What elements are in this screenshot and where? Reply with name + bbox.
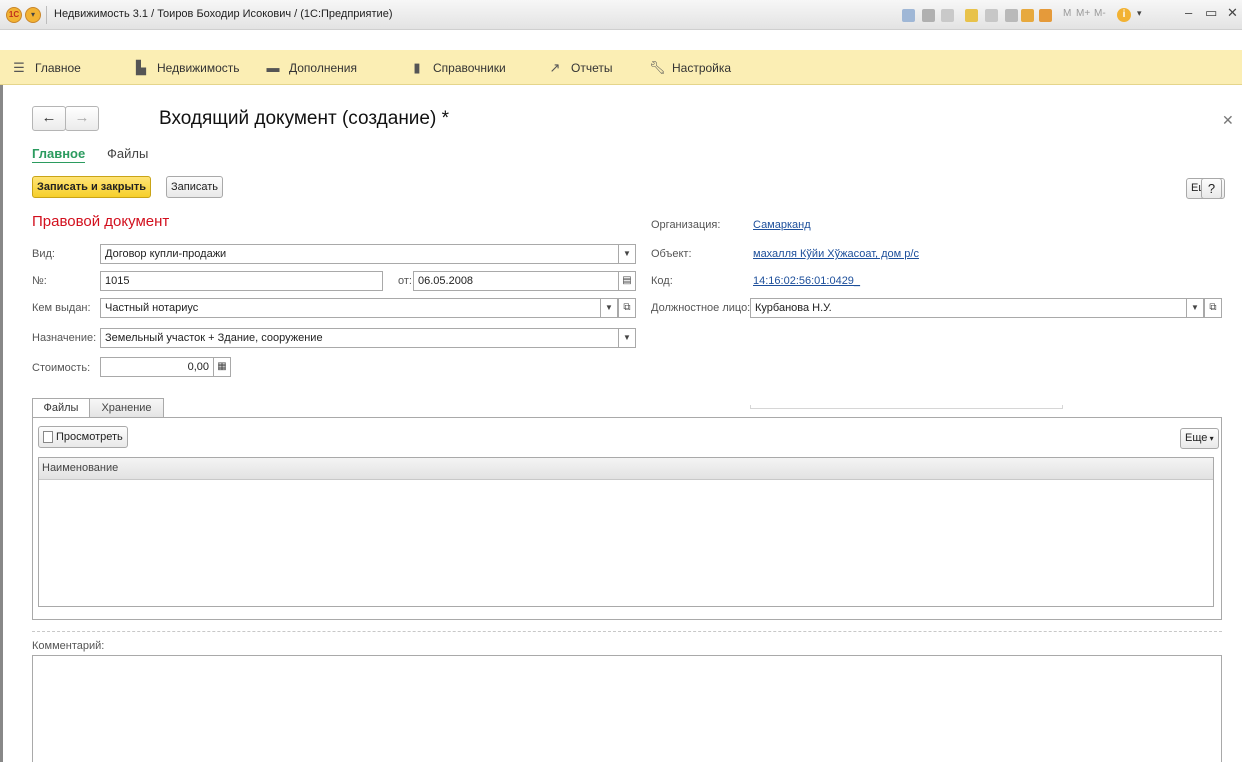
restore-icon[interactable]: ▭ (1205, 5, 1217, 21)
calculator-icon[interactable] (1021, 9, 1034, 22)
section-references[interactable]: ▮ Справочники (410, 60, 506, 76)
code-label: Код: (651, 275, 673, 287)
object-link[interactable]: махалля Кўйи Хўжасоат, дом р/с (753, 248, 919, 260)
tab-main[interactable]: Главное (32, 146, 86, 163)
memory-plus-button[interactable]: M+ (1076, 8, 1090, 19)
files-table[interactable]: Наименование (38, 457, 1214, 607)
files-more-button[interactable]: Еще ▾ (1180, 428, 1219, 449)
issuer-label: Кем выдан: (32, 302, 91, 314)
issuer-dropdown-icon[interactable]: ▼ (600, 298, 618, 318)
cost-field[interactable]: 0,00 (100, 357, 214, 377)
section-settings[interactable]: 🔧︎ Настройка (649, 60, 731, 76)
official-label: Должностное лицо: (651, 302, 751, 314)
section-title: Правовой документ (32, 213, 170, 230)
cost-label: Стоимость: (32, 362, 91, 374)
back-button[interactable]: ← (32, 106, 66, 131)
purpose-label: Назначение: (32, 332, 97, 344)
date-field[interactable]: 06.05.2008 (413, 271, 619, 291)
help-button[interactable]: ? (1201, 178, 1222, 199)
folder-icon: ▬ (266, 60, 280, 75)
divider (32, 631, 1222, 632)
purpose-dropdown-icon[interactable]: ▼ (618, 328, 636, 348)
chart-icon: ↗ (549, 60, 561, 75)
tab-inner-storage[interactable]: Хранение (89, 398, 164, 417)
section-realty[interactable]: ▙ Недвижимость (134, 60, 240, 76)
save-and-close-button[interactable]: Записать и закрыть (32, 176, 152, 198)
preview-icon[interactable] (941, 9, 954, 22)
memory-m-button[interactable]: M (1063, 8, 1071, 19)
kind-dropdown-icon[interactable]: ▼ (618, 244, 636, 264)
info-dropdown-icon[interactable]: ▾ (1137, 8, 1142, 19)
building-icon: ▙ (136, 60, 146, 75)
section-additions[interactable]: ▬ Дополнения (266, 60, 357, 75)
kind-field[interactable]: Договор купли-продажи (100, 244, 619, 264)
view-button[interactable]: Просмотреть (38, 426, 128, 448)
favorites-icon[interactable] (965, 9, 978, 22)
calendar-icon[interactable]: ▤ (618, 271, 636, 291)
official-open-icon[interactable]: ⧉ (1204, 298, 1222, 318)
section-main[interactable]: ☰ Главное (12, 60, 81, 76)
issuer-open-icon[interactable]: ⧉ (618, 298, 636, 318)
view-label: Просмотреть (56, 431, 123, 443)
title-separator (46, 6, 47, 24)
section-label: Отчеты (571, 61, 613, 75)
object-label: Объект: (651, 248, 692, 260)
forward-button[interactable]: → (65, 106, 99, 131)
tab-files[interactable]: Файлы (107, 146, 148, 161)
comment-textarea[interactable] (32, 655, 1222, 762)
section-label: Настройка (672, 61, 732, 75)
section-label: Недвижимость (157, 61, 240, 75)
section-label: Главное (35, 61, 81, 75)
main-menu-icon[interactable]: ▾ (25, 7, 41, 23)
link-icon[interactable] (1005, 9, 1018, 22)
official-field[interactable]: Курбанова Н.У. (750, 298, 1187, 318)
kind-label: Вид: (32, 248, 55, 260)
memory-minus-button[interactable]: M- (1094, 8, 1106, 19)
calculator-icon[interactable]: ▦ (213, 357, 231, 377)
calendar-icon[interactable] (1039, 9, 1052, 22)
organization-link[interactable]: Самарканд (753, 219, 811, 231)
code-link[interactable]: 14:16:02:56:01:0429_ (753, 275, 860, 287)
document-icon (43, 431, 53, 443)
issuer-field[interactable]: Частный нотариус (100, 298, 601, 318)
official-dropdown-icon[interactable]: ▼ (1186, 298, 1204, 318)
form-close-icon[interactable]: ✕ (1222, 112, 1234, 129)
print-icon[interactable] (922, 9, 935, 22)
app-logo-icon[interactable]: 1С (6, 7, 22, 23)
save-button[interactable]: Записать (166, 176, 224, 198)
save-icon[interactable] (902, 9, 915, 22)
section-panel: ☰ Главное ▙ Недвижимость ▬ Дополнения ▮ Спра… (0, 50, 1242, 85)
organization-label: Организация: (651, 219, 721, 231)
history-icon[interactable] (985, 9, 998, 22)
number-label: №: (32, 275, 47, 287)
date-label: от: (398, 275, 412, 287)
window-close-icon[interactable]: ✕ (1227, 5, 1238, 21)
window-title-bar: 1С ▾ Недвижимость 3.1 / Тоиров Боходир И… (0, 0, 1242, 30)
section-label: Дополнения (289, 60, 357, 75)
section-reports[interactable]: ↗ Отчеты (548, 60, 613, 76)
form-title: Входящий документ (создание) * (159, 108, 449, 129)
comment-label: Комментарий: (32, 640, 105, 652)
book-icon: ▮ (413, 60, 421, 75)
column-header-name[interactable]: Наименование (39, 458, 1213, 480)
minimize-icon[interactable]: – (1185, 5, 1192, 20)
storage-placeholder (750, 405, 1063, 409)
wrench-icon: 🔧︎ (649, 60, 666, 75)
more-label: Еще (1185, 432, 1208, 444)
left-border (0, 85, 3, 762)
purpose-field[interactable]: Земельный участок + Здание, сооружение (100, 328, 619, 348)
info-icon[interactable]: i (1117, 8, 1131, 22)
menu-icon: ☰ (13, 60, 25, 75)
section-label: Справочники (433, 61, 506, 75)
number-field[interactable]: 1015 (100, 271, 383, 291)
tab-inner-files[interactable]: Файлы (32, 398, 90, 418)
window-title: Недвижимость 3.1 / Тоиров Боходир Исоков… (54, 8, 393, 20)
